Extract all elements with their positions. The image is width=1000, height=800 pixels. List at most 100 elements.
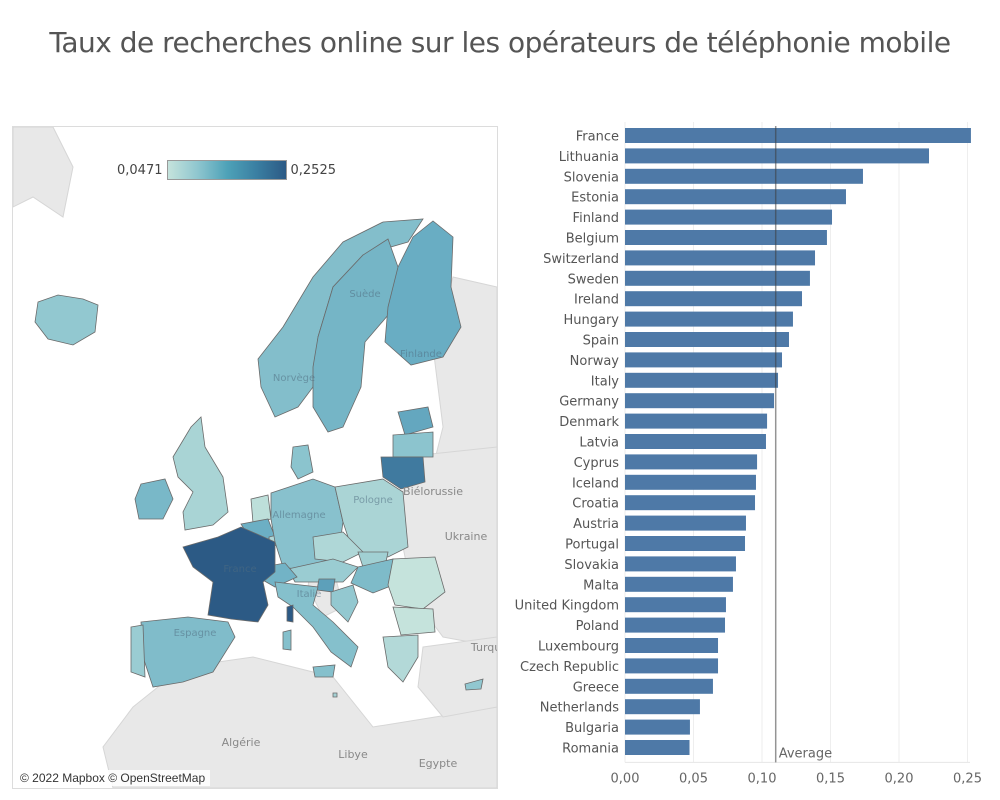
average-label: Average — [779, 746, 832, 761]
category-label: Slovakia — [564, 558, 619, 573]
category-label: Denmark — [559, 415, 619, 430]
bar-portugal[interactable] — [625, 536, 746, 551]
bar-italy[interactable] — [625, 372, 779, 388]
bar-romania[interactable] — [625, 740, 690, 755]
category-label: United Kingdom — [515, 599, 619, 614]
choropleth-map[interactable]: Suède Finlande Norvège Biélorussie Pologne Al… — [12, 126, 498, 789]
x-tick-label: 0,25 — [953, 771, 982, 786]
category-label: Germany — [559, 395, 619, 410]
map-country-portugal[interactable] — [130, 624, 146, 678]
category-label: Slovenia — [564, 170, 619, 185]
bar-estonia[interactable] — [625, 189, 846, 205]
map-place-label: Algérie — [222, 736, 261, 749]
map-country-denmark[interactable] — [290, 444, 314, 480]
category-label: Malta — [583, 578, 619, 593]
bar-greece[interactable] — [625, 678, 713, 694]
map-place-label: Allemagne — [272, 510, 325, 521]
map-place-label: Turquie — [470, 641, 497, 654]
bar-cyprus[interactable] — [625, 454, 758, 470]
category-label: Austria — [573, 517, 619, 532]
map-place-label: Libye — [338, 748, 368, 761]
category-label: Italy — [591, 374, 620, 389]
category-label: Latvia — [579, 436, 619, 451]
bar-latvia[interactable] — [625, 434, 766, 449]
map-place-label: Italie — [297, 589, 322, 600]
map-country-malta[interactable] — [332, 692, 338, 698]
category-label: Sweden — [568, 272, 619, 287]
map-place-label: Suède — [349, 288, 380, 300]
bar-united-kingdom[interactable] — [625, 597, 726, 613]
category-label: Poland — [576, 619, 619, 634]
map-place-label: Egypte — [419, 757, 458, 770]
legend-max-label: 0,2525 — [290, 162, 337, 178]
map-country-latvia[interactable] — [392, 431, 434, 458]
map-country-bulgaria[interactable] — [392, 606, 436, 636]
bar-croatia[interactable] — [625, 495, 756, 511]
map-place-label: Espagne — [174, 628, 217, 639]
bar-norway[interactable] — [625, 352, 783, 368]
category-label: Estonia — [571, 191, 619, 206]
map-island-italy[interactable] — [282, 629, 292, 651]
map-country-ireland[interactable] — [134, 478, 174, 520]
bar-slovenia[interactable] — [625, 168, 863, 184]
bar-luxembourg[interactable] — [625, 638, 719, 653]
x-tick-label: 0,05 — [679, 771, 708, 786]
category-label: Belgium — [566, 232, 619, 247]
category-label: Iceland — [572, 476, 619, 491]
bar-austria[interactable] — [625, 515, 746, 531]
bar-poland[interactable] — [625, 617, 726, 633]
map-place-label: France — [223, 564, 256, 575]
category-label: Greece — [573, 680, 619, 695]
bar-iceland[interactable] — [625, 474, 756, 490]
category-label: Cyprus — [574, 456, 620, 471]
map-country-united-kingdom[interactable] — [172, 416, 229, 531]
map-island-france[interactable] — [286, 604, 294, 623]
bar-germany[interactable] — [625, 393, 775, 409]
x-tick-label: 0,00 — [611, 771, 640, 786]
bar-belgium[interactable] — [625, 230, 827, 245]
category-label: Finland — [573, 211, 619, 226]
dashboard-title: Taux de recherches online sur les opérat… — [49, 26, 951, 59]
x-tick-label: 0,10 — [748, 771, 777, 786]
category-label: France — [576, 130, 619, 145]
map-place-label: Ukraine — [445, 530, 488, 543]
category-label: Croatia — [572, 497, 619, 512]
bar-netherlands[interactable] — [625, 699, 700, 715]
category-label: Romania — [562, 742, 619, 757]
legend-color-ramp — [166, 160, 287, 180]
category-label: Lithuania — [559, 150, 619, 165]
bar-chart: 0,00 0,05 0,10 0,15 0,20 0,25 France Lithuania S… — [515, 122, 982, 786]
map-canvas[interactable]: Suède Finlande Norvège Biélorussie Pologne Al… — [13, 127, 497, 788]
map-place-label: Pologne — [353, 495, 393, 506]
category-label: Bulgaria — [565, 721, 619, 736]
map-place-label: Norvège — [273, 372, 315, 384]
x-tick-label: 0,20 — [885, 771, 914, 786]
category-label: Czech Republic — [520, 660, 619, 675]
legend-min-label: 0,0471 — [117, 162, 163, 178]
map-country-greece[interactable] — [382, 634, 419, 683]
bar-slovakia[interactable] — [625, 556, 736, 572]
bar-malta[interactable] — [625, 576, 733, 592]
color-legend: 0,0471 0,2525 — [117, 159, 336, 181]
map-country-croatia[interactable] — [330, 584, 359, 623]
map-country-estonia[interactable] — [397, 406, 434, 436]
category-label: Luxembourg — [538, 640, 619, 655]
map-attribution[interactable]: © 2022 Mapbox © OpenStreetMap — [15, 770, 211, 786]
bar-switzerland[interactable] — [625, 250, 816, 266]
map-place-label: Finlande — [400, 349, 442, 360]
bar-denmark[interactable] — [625, 413, 768, 429]
bar-lithuania[interactable] — [625, 148, 930, 164]
bar-france[interactable] — [625, 128, 971, 143]
bar-czech-republic[interactable] — [625, 658, 719, 674]
category-label: Norway — [570, 354, 620, 369]
bar-spain[interactable] — [625, 332, 789, 347]
bar-finland[interactable] — [625, 209, 833, 225]
bar-sweden[interactable] — [625, 270, 810, 286]
map-country-iceland[interactable] — [34, 294, 99, 346]
category-label: Ireland — [574, 293, 619, 308]
bar-hungary[interactable] — [625, 311, 793, 327]
map-island-italy[interactable] — [312, 664, 336, 678]
x-tick-label: 0,15 — [816, 771, 845, 786]
bar-bulgaria[interactable] — [625, 719, 690, 735]
category-label: Hungary — [563, 313, 619, 328]
